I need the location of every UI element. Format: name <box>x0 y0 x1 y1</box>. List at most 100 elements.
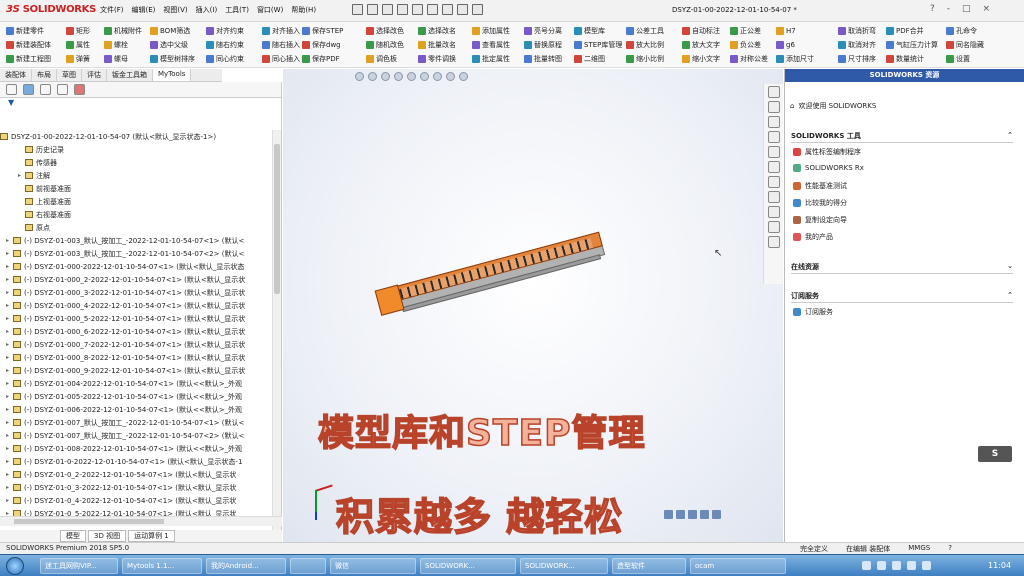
hide-show-icon[interactable] <box>433 72 442 81</box>
minimize-button[interactable]: - <box>947 4 950 14</box>
tree-item[interactable]: ▸ (-) DSYZ-01-000_7-2022-12-01-10-54-07<1… <box>0 338 272 351</box>
ribbon-button[interactable]: 气缸压力计算 <box>886 39 938 50</box>
menu-edit[interactable]: 编辑(E) <box>132 5 156 15</box>
display-manager-icon[interactable] <box>74 84 85 95</box>
ribbon-button[interactable]: 设置 <box>946 53 984 64</box>
tree-item[interactable]: ▸ (-) DSYZ-01-000_3-2022-12-01-10-54-07<1… <box>0 286 272 299</box>
tree-item[interactable]: 原点 <box>0 221 272 234</box>
tree-item[interactable]: 右视基准面 <box>0 208 272 221</box>
expand-icon[interactable]: ▸ <box>6 276 13 283</box>
tree-item[interactable]: ▸ (-) DSYZ-01-000_9-2022-12-01-10-54-07<1… <box>0 364 272 377</box>
ribbon-button[interactable]: 选中父级 <box>150 39 195 50</box>
ribbon-button[interactable]: 放大文字 <box>682 39 720 50</box>
ribbon-button[interactable]: g6 <box>776 39 814 50</box>
tools-section-header[interactable]: SOLIDWORKS 工具 ⌃ <box>791 131 1013 143</box>
tree-item[interactable]: 前视基准面 <box>0 182 272 195</box>
ribbon-button[interactable]: 矩形 <box>66 25 90 36</box>
menu-tools[interactable]: 工具(T) <box>225 5 249 15</box>
expand-icon[interactable]: ▸ <box>6 393 13 400</box>
ribbon-button[interactable]: 添加属性 <box>472 25 510 36</box>
tree-item[interactable]: ▸ (-) DSYZ-01-000_5-2022-12-01-10-54-07<1… <box>0 312 272 325</box>
ribbon-button[interactable]: 替换原程 <box>524 39 562 50</box>
menu-help[interactable]: 帮助(H) <box>291 5 316 15</box>
tool-copy-settings[interactable]: 复制设定向导 <box>793 215 847 225</box>
tree-vertical-scrollbar[interactable] <box>272 130 281 530</box>
tree-item[interactable]: ▸ (-) DSYZ-01-0_4-2022-12-01-10-54-07<1> … <box>0 494 272 507</box>
expand-icon[interactable]: ▸ <box>6 367 13 374</box>
chevron-up-icon[interactable]: ⌃ <box>1007 291 1013 302</box>
taskbar-button[interactable]: Mytools 1.1... <box>122 558 202 574</box>
ribbon-button[interactable]: 批定属性 <box>472 53 510 64</box>
tree-item[interactable]: ▸ (-) DSYZ-01-005-2022-12-01-10-54-07<1> … <box>0 390 272 403</box>
zoom-area-icon[interactable] <box>368 72 377 81</box>
ribbon-button[interactable]: 同名隐藏 <box>946 39 984 50</box>
taskbar-button[interactable]: 迷工具网购VIP... <box>40 558 118 574</box>
design-library-icon[interactable] <box>768 101 780 113</box>
expand-icon[interactable]: ▸ <box>6 354 13 361</box>
addin-icon[interactable] <box>768 206 780 218</box>
ribbon-button[interactable]: 螺栓 <box>104 39 142 50</box>
expand-icon[interactable]: ▸ <box>6 445 13 452</box>
filter-icon[interactable]: ▼ <box>0 98 281 110</box>
tab-evaluate[interactable]: 评估 <box>82 69 107 81</box>
status-help[interactable]: ? <box>948 544 952 554</box>
tree-item[interactable]: ▸ (-) DSYZ-01-0-2022-12-01-10-54-07<1> (默… <box>0 455 272 468</box>
ribbon-button[interactable]: 随机改色 <box>366 39 404 50</box>
taskbar-button[interactable]: ocam <box>690 558 786 574</box>
ribbon-button[interactable]: 模型树排序 <box>150 53 195 64</box>
ribbon-button[interactable]: 取消折弯 <box>838 25 876 36</box>
toolbox-icon[interactable] <box>768 221 780 233</box>
expand-icon[interactable]: ▸ <box>6 237 13 244</box>
ribbon-button[interactable]: STEP库管理 <box>574 39 622 50</box>
expand-icon[interactable]: ▸ <box>6 406 13 413</box>
tree-item[interactable]: ▸ (-) DSYZ-01-000_8-2022-12-01-10-54-07<1… <box>0 351 272 364</box>
ribbon-button[interactable]: 批量转图 <box>524 53 562 64</box>
section-view-icon[interactable] <box>394 72 403 81</box>
ribbon-button[interactable]: 查看属性 <box>472 39 510 50</box>
tray-icon[interactable] <box>862 561 871 570</box>
ribbon-button[interactable]: 公差工具 <box>626 25 664 36</box>
tree-item[interactable]: 历史记录 <box>0 143 272 156</box>
appearances-icon[interactable] <box>768 146 780 158</box>
scene-icon[interactable] <box>459 72 468 81</box>
volume-icon[interactable] <box>892 561 901 570</box>
tree-item[interactable]: ▸ (-) DSYZ-01-006-2022-12-01-10-54-07<1> … <box>0 403 272 416</box>
ribbon-button[interactable]: 弹簧 <box>66 53 90 64</box>
ribbon-button[interactable]: 保存PDF <box>302 53 343 64</box>
ribbon-button[interactable]: 模型库 <box>574 25 622 36</box>
ribbon-button[interactable]: 缩小文字 <box>682 53 720 64</box>
expand-icon[interactable]: ▸ <box>6 289 13 296</box>
ribbon-button[interactable]: 新建工程图 <box>6 53 51 64</box>
tool-compare-score[interactable]: 比较我的得分 <box>793 198 847 208</box>
tab-layout[interactable]: 布局 <box>32 69 57 81</box>
open-icon[interactable] <box>382 4 393 15</box>
view-orientation-icon[interactable] <box>407 72 416 81</box>
ribbon-button[interactable]: 尺寸排序 <box>838 53 876 64</box>
tree-item[interactable]: ▸ (-) DSYZ-01-0_3-2022-12-01-10-54-07<1> … <box>0 481 272 494</box>
expand-icon[interactable]: ▸ <box>6 497 13 504</box>
tree-item[interactable]: ▸ (-) DSYZ-01-000_2-2022-12-01-10-54-07<1… <box>0 273 272 286</box>
file-explorer-icon[interactable] <box>768 116 780 128</box>
maximize-button[interactable]: □ <box>962 4 971 14</box>
menu-insert[interactable]: 插入(I) <box>196 5 218 15</box>
start-button[interactable] <box>6 557 24 575</box>
expand-icon[interactable]: ▸ <box>6 302 13 309</box>
tree-item[interactable]: 传感器 <box>0 156 272 169</box>
menu-view[interactable]: 视图(V) <box>163 5 187 15</box>
ribbon-button[interactable]: 新建零件 <box>6 25 51 36</box>
tool-my-products[interactable]: 我的产品 <box>793 232 833 242</box>
ribbon-button[interactable]: 新建装配体 <box>6 39 51 50</box>
taskbar-button[interactable]: SOLIDWORK... <box>520 558 608 574</box>
ribbon-button[interactable]: 孔命令 <box>946 25 984 36</box>
graphics-area[interactable] <box>283 69 783 542</box>
expand-icon[interactable]: ▸ <box>6 341 13 348</box>
appearance-icon[interactable] <box>446 72 455 81</box>
ribbon-button[interactable]: 添加尺寸 <box>776 53 814 64</box>
ribbon-button[interactable]: 对齐约束 <box>206 25 244 36</box>
tree-item[interactable]: ▸ (-) DSYZ-01-007_默认_按加工_-2022-12-01-10-5… <box>0 429 272 442</box>
taskbar-button[interactable]: 我的Android... <box>206 558 286 574</box>
ribbon-button[interactable]: 选择改色 <box>366 25 404 36</box>
expand-icon[interactable]: ▸ <box>6 263 13 270</box>
tool-solidworks-rx[interactable]: SOLIDWORKS Rx <box>793 164 864 172</box>
taskbar-button[interactable]: 造型软件 <box>612 558 686 574</box>
